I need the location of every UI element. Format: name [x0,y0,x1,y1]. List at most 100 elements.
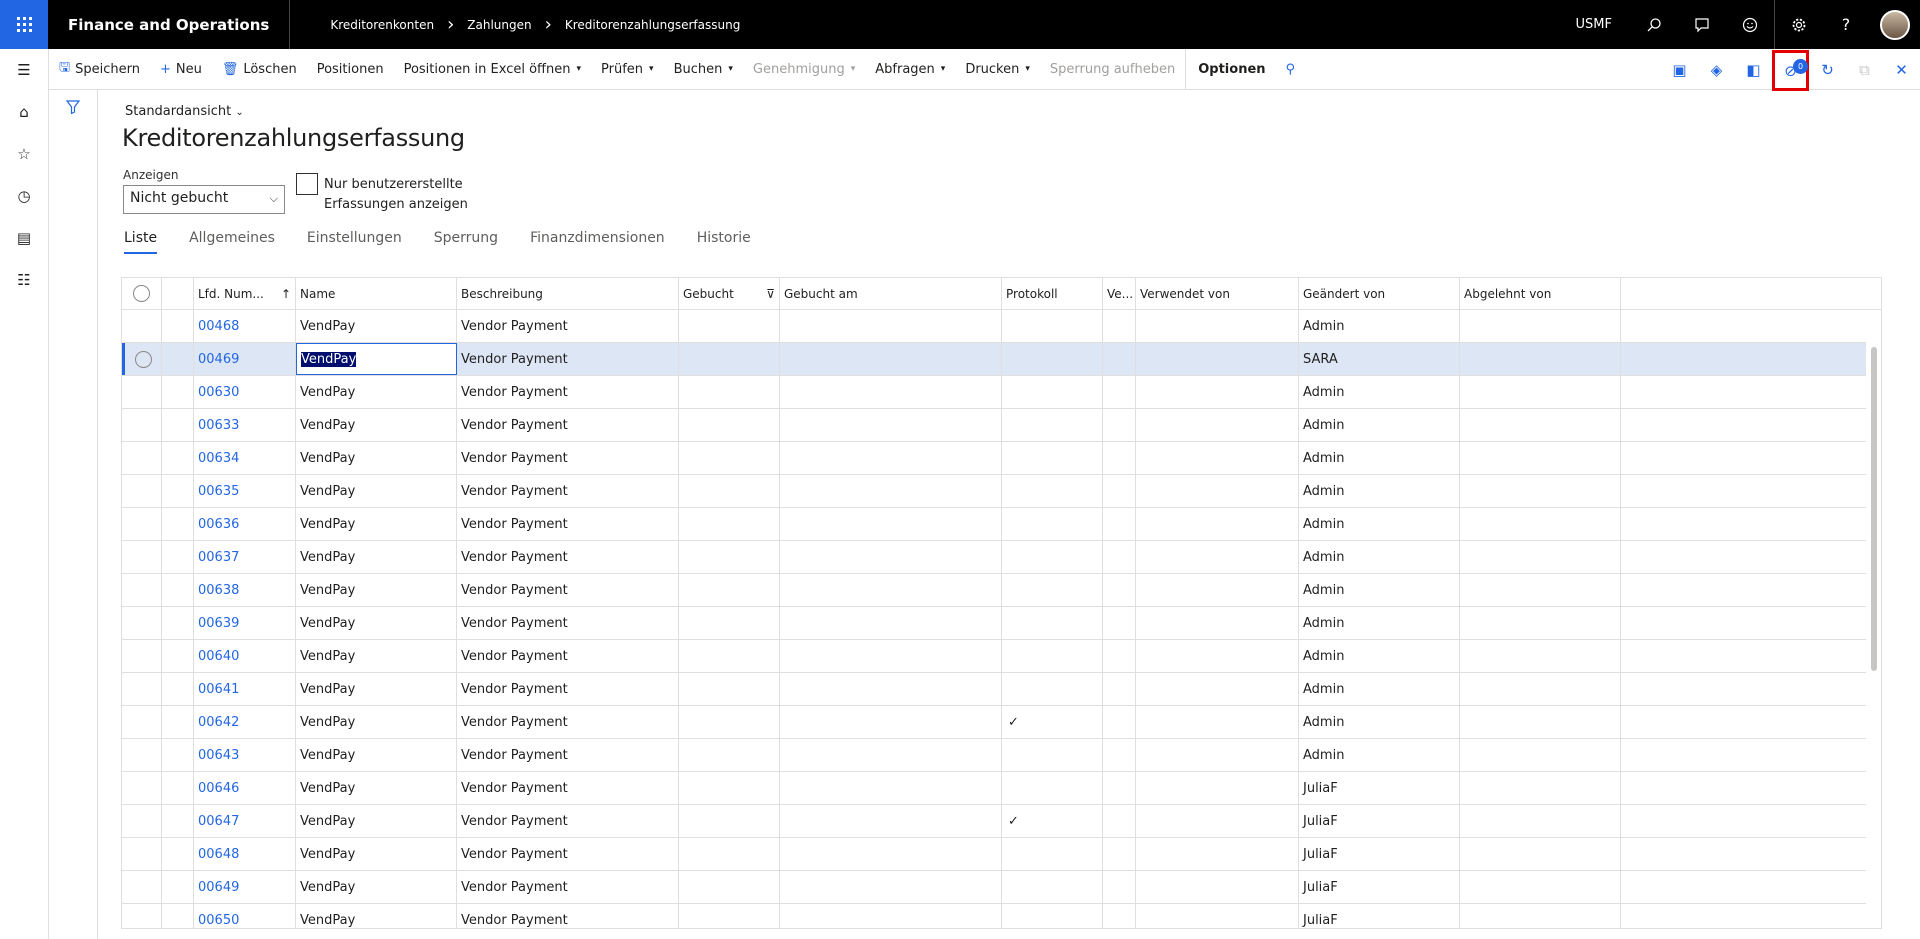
breadcrumb-item-3[interactable]: Kreditorenzahlungserfassung [565,18,740,32]
log-checkmark-cell[interactable] [1002,442,1103,474]
ve-cell[interactable] [1103,739,1136,771]
in-use-by-cell[interactable] [1136,772,1299,804]
in-use-by-cell[interactable] [1136,739,1299,771]
posted-on-cell[interactable] [780,904,1002,928]
modified-by-cell[interactable]: SARA [1299,343,1460,375]
name-cell[interactable]: VendPay [296,574,457,606]
tab-financial-dimensions[interactable]: Finanzdimensionen [530,230,665,254]
log-checkmark-cell[interactable] [1002,541,1103,573]
in-use-by-cell[interactable] [1136,805,1299,837]
journal-number-link[interactable]: 00642 [194,706,296,738]
rejected-by-cell[interactable] [1460,772,1621,804]
lines-button[interactable]: Positionen [307,49,394,90]
table-row[interactable]: 00648 VendPay Vendor Payment JuliaF [122,838,1881,871]
search-icon[interactable] [1630,0,1678,49]
log-checkmark-cell[interactable] [1002,739,1103,771]
name-cell[interactable]: VendPay [296,640,457,672]
modified-by-cell[interactable]: Admin [1299,475,1460,507]
smiley-feedback-icon[interactable] [1726,0,1774,49]
rejected-by-cell[interactable] [1460,640,1621,672]
description-cell[interactable]: Vendor Payment [457,640,679,672]
description-cell[interactable]: Vendor Payment [457,904,679,928]
description-cell[interactable]: Vendor Payment [457,739,679,771]
in-use-by-cell[interactable] [1136,409,1299,441]
table-row[interactable]: 00469 VendPay Vendor Payment SARA [122,343,1881,376]
ve-cell[interactable] [1103,673,1136,705]
rejected-by-cell[interactable] [1460,574,1621,606]
posted-cell[interactable] [679,739,780,771]
rejected-by-cell[interactable] [1460,541,1621,573]
in-use-by-cell[interactable] [1136,871,1299,903]
table-row[interactable]: 00650 VendPay Vendor Payment JuliaF [122,904,1881,928]
journal-number-link[interactable]: 00637 [194,541,296,573]
name-cell[interactable]: VendPay [296,838,457,870]
description-cell[interactable]: Vendor Payment [457,409,679,441]
journal-number-link[interactable]: 00643 [194,739,296,771]
table-row[interactable]: 00637 VendPay Vendor Payment Admin [122,541,1881,574]
in-use-by-cell[interactable] [1136,574,1299,606]
posted-on-cell[interactable] [780,442,1002,474]
journal-number-link[interactable]: 00636 [194,508,296,540]
col-description[interactable]: Beschreibung [457,278,679,309]
in-use-by-cell[interactable] [1136,706,1299,738]
description-cell[interactable]: Vendor Payment [457,508,679,540]
col-posted-on[interactable]: Gebucht am [780,278,1002,309]
gear-icon[interactable] [1774,0,1822,49]
app-name[interactable]: Finance and Operations [48,0,291,49]
row-select-radio[interactable] [122,772,162,804]
modified-by-cell[interactable]: Admin [1299,376,1460,408]
rejected-by-cell[interactable] [1460,871,1621,903]
name-cell[interactable]: VendPay [296,871,457,903]
tab-list[interactable]: Liste [124,230,158,254]
posted-on-cell[interactable] [780,409,1002,441]
refresh-icon[interactable]: ↻ [1809,49,1846,90]
modified-by-cell[interactable]: Admin [1299,739,1460,771]
journal-number-link[interactable]: 00630 [194,376,296,408]
in-use-by-cell[interactable] [1136,673,1299,705]
description-cell[interactable]: Vendor Payment [457,838,679,870]
rejected-by-cell[interactable] [1460,343,1621,375]
ve-cell[interactable] [1103,508,1136,540]
row-select-radio[interactable] [122,706,162,738]
log-checkmark-cell[interactable] [1002,310,1103,342]
in-use-by-cell[interactable] [1136,475,1299,507]
power-apps-icon[interactable]: ◈ [1698,49,1735,90]
posted-cell[interactable] [679,376,780,408]
log-checkmark-cell[interactable] [1002,376,1103,408]
approval-button[interactable]: Genehmigung ▾ [743,49,865,90]
posted-on-cell[interactable] [780,343,1002,375]
ve-cell[interactable] [1103,541,1136,573]
log-checkmark-cell[interactable] [1002,343,1103,375]
row-select-radio[interactable] [122,838,162,870]
scrollbar-thumb[interactable] [1871,347,1877,671]
rejected-by-cell[interactable] [1460,805,1621,837]
help-icon[interactable]: ? [1822,0,1870,49]
row-select-radio[interactable] [122,607,162,639]
clock-recent-icon[interactable]: ◷ [0,175,48,217]
ve-cell[interactable] [1103,772,1136,804]
modified-by-cell[interactable]: Admin [1299,541,1460,573]
journal-number-link[interactable]: 00650 [194,904,296,928]
journal-number-link[interactable]: 00649 [194,871,296,903]
name-cell[interactable]: VendPay [296,772,457,804]
posted-on-cell[interactable] [780,607,1002,639]
tab-history[interactable]: Historie [697,230,751,254]
journal-number-link[interactable]: 00648 [194,838,296,870]
modified-by-cell[interactable]: Admin [1299,640,1460,672]
posted-on-cell[interactable] [780,871,1002,903]
posted-on-cell[interactable] [780,640,1002,672]
name-cell[interactable]: VendPay [296,904,457,928]
unlock-button[interactable]: Sperrung aufheben [1040,49,1185,90]
description-cell[interactable]: Vendor Payment [457,673,679,705]
name-cell[interactable]: VendPay [296,541,457,573]
posted-cell[interactable] [679,607,780,639]
attachments-icon[interactable]: ⊘ 0 [1772,50,1809,91]
row-select-radio[interactable] [122,673,162,705]
tab-general[interactable]: Allgemeines [189,230,275,254]
log-checkmark-cell[interactable]: ✓ [1002,706,1103,738]
col-journal-number[interactable]: Lfd. Num... ↑ [194,278,296,309]
description-cell[interactable]: Vendor Payment [457,706,679,738]
modified-by-cell[interactable]: JuliaF [1299,871,1460,903]
in-use-by-cell[interactable] [1136,640,1299,672]
row-select-radio[interactable] [122,409,162,441]
